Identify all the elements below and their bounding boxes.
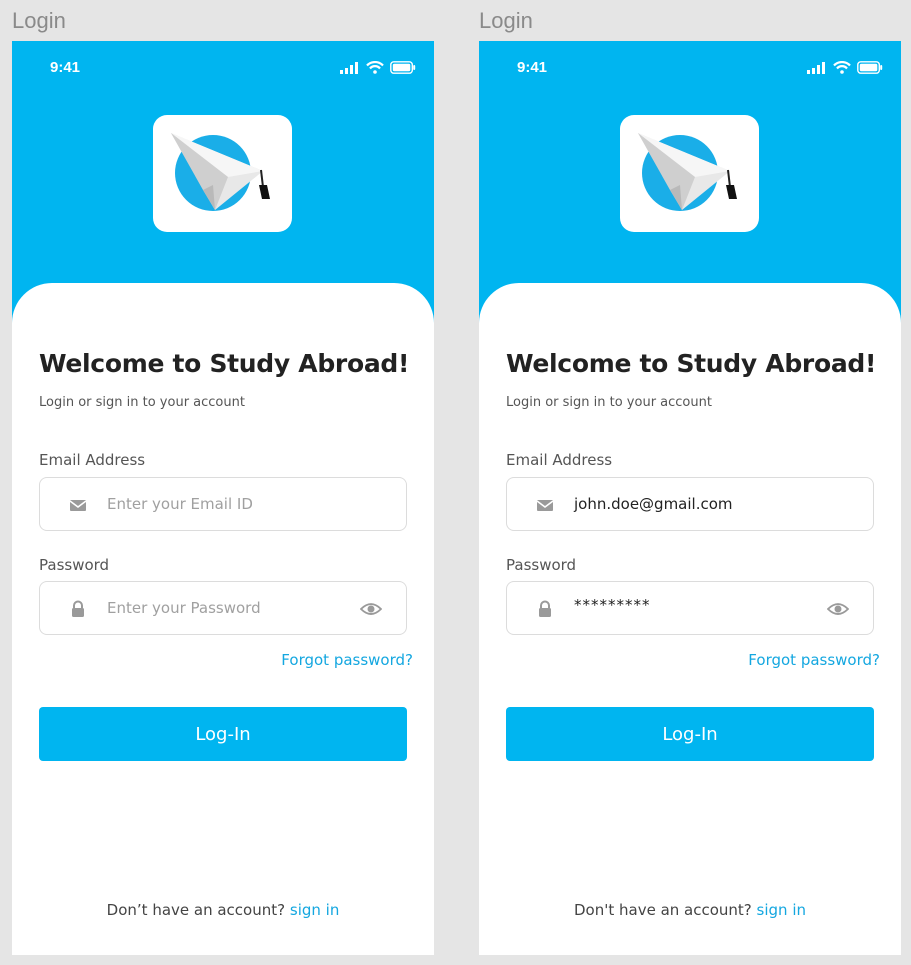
page-title: Welcome to Study Abroad! (39, 349, 410, 378)
footer-text: Don't have an account? (573, 901, 752, 919)
footer-text: Don’t have an account? (106, 901, 286, 919)
sign-in-link[interactable]: sign in (290, 901, 339, 919)
password-label: Password (39, 556, 110, 574)
login-button[interactable]: Log-In (506, 707, 874, 761)
status-time: 9:41 (517, 59, 548, 76)
forgot-password-link[interactable]: Forgot password? (281, 651, 413, 669)
mail-icon (536, 500, 554, 511)
frame-label: Login (12, 8, 66, 33)
paper-plane-logo-icon (171, 133, 270, 211)
sign-in-link[interactable]: sign in (757, 901, 806, 919)
login-screen-filled: 9:41 Welcome to Study Abroad! Login or s… (479, 41, 901, 955)
email-field[interactable]: john.doe@gmail.com (506, 477, 874, 531)
eye-icon[interactable] (827, 599, 849, 619)
status-time: 9:41 (50, 59, 81, 76)
status-bar: 9:41 (12, 59, 434, 79)
page-subtitle: Login or sign in to your account (506, 395, 712, 410)
signup-prompt: Don't have an account? sign in (479, 901, 901, 919)
battery-icon (390, 61, 416, 74)
page-title: Welcome to Study Abroad! (506, 349, 877, 378)
status-bar: 9:41 (479, 59, 901, 79)
password-placeholder: Enter your Password (107, 599, 261, 617)
lock-icon (539, 600, 551, 617)
forgot-password-link[interactable]: Forgot password? (748, 651, 880, 669)
page-subtitle: Login or sign in to your account (39, 395, 245, 410)
eye-icon[interactable] (360, 599, 382, 619)
password-field[interactable]: Enter your Password (39, 581, 407, 635)
password-value: ********* (574, 596, 651, 614)
status-icons (340, 61, 416, 74)
app-logo (620, 115, 759, 232)
status-icons (807, 61, 883, 74)
email-label: Email Address (39, 451, 146, 469)
email-field[interactable]: Enter your Email ID (39, 477, 407, 531)
signal-icon (340, 61, 358, 74)
wifi-icon (833, 61, 851, 74)
lock-icon (72, 600, 84, 617)
wifi-icon (366, 61, 384, 74)
login-screen-empty: 9:41 Welcome to Study Abroad! Login or s… (12, 41, 434, 955)
email-label: Email Address (506, 451, 613, 469)
email-placeholder: Enter your Email ID (107, 495, 253, 513)
signup-prompt: Don’t have an account? sign in (12, 901, 434, 919)
password-field[interactable]: ********* (506, 581, 874, 635)
paper-plane-logo-icon (638, 133, 737, 211)
login-button[interactable]: Log-In (39, 707, 407, 761)
battery-icon (857, 61, 883, 74)
mail-icon (69, 500, 87, 511)
signal-icon (807, 61, 825, 74)
email-value: john.doe@gmail.com (574, 495, 733, 513)
password-label: Password (506, 556, 577, 574)
frame-label: Login (479, 8, 533, 33)
app-logo (153, 115, 292, 232)
